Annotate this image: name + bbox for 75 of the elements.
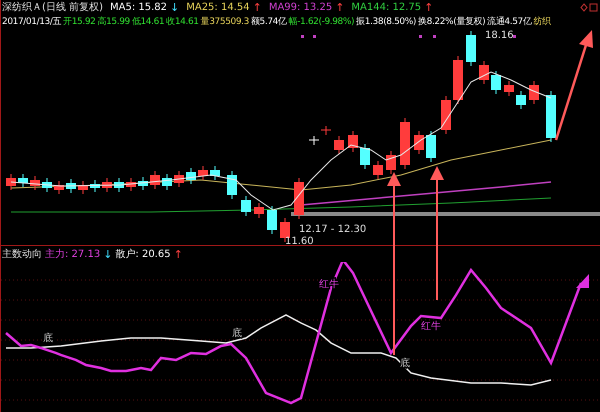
candlestick [426, 130, 436, 162]
quote-field: 纺织 [533, 14, 551, 28]
candlestick [90, 180, 100, 192]
cross-label: 底 [43, 333, 53, 344]
quote-field: 量375509.3 [200, 14, 249, 28]
candlestick [198, 166, 208, 180]
quote-field: 开15.92 [63, 14, 96, 28]
candlestick [334, 136, 344, 154]
quote-field: 2017/01/13/五 [2, 14, 62, 28]
indicator-value: 散户: 20.65 [115, 248, 171, 261]
moving-average-value: MA25: 14.54 [186, 2, 250, 12]
candlestick [174, 170, 184, 188]
candlestick [54, 180, 64, 194]
price-label: 12.17 - 12.30 [299, 224, 366, 235]
candlestick [102, 178, 112, 192]
cross-label: 底 [232, 328, 242, 339]
quote-field: 振1.38(8.50%) [356, 14, 416, 28]
trend-arrow: ↓ [103, 248, 112, 260]
quote-field: 高15.99 [97, 14, 130, 28]
candlestick [466, 30, 476, 66]
window-controls-icon[interactable] [580, 2, 598, 12]
moving-average-value: MA5: 15.82 [110, 2, 167, 12]
trend-arrow: ↑ [252, 0, 262, 14]
candlestick [241, 196, 251, 216]
candlestick [138, 176, 148, 190]
candlestick [114, 178, 124, 192]
candlestick [186, 168, 196, 184]
candlestick [42, 178, 52, 192]
candlestick [441, 96, 451, 134]
price-label: 11.60 [285, 236, 314, 245]
indicator-value: 主力: 27.13 [45, 248, 100, 261]
candlestick [126, 178, 136, 192]
candlestick [491, 70, 501, 94]
quote-field: 幅-1.62(-9.98%) [288, 14, 354, 28]
trend-arrow: ↓ [170, 0, 180, 14]
signal-label: 红牛 [421, 321, 441, 332]
candlestick [210, 166, 220, 180]
quote-field: 收14.61 [166, 14, 199, 28]
candlestick [529, 80, 539, 104]
candlestick [30, 176, 40, 190]
quote-field: 额5.74亿 [250, 14, 287, 28]
trend-arrow: ↑ [335, 0, 344, 14]
moving-average-value: MA99: 13.25 [268, 2, 332, 12]
trend-arrow: ↑ [174, 248, 183, 260]
candlestick [6, 174, 16, 190]
candlestick [386, 150, 396, 174]
candlestick [453, 56, 463, 104]
candlestick [320, 126, 332, 136]
candlestick [348, 130, 358, 152]
candlestick [479, 60, 489, 84]
indicator-name: 主数动向 [2, 248, 42, 261]
candlestick [150, 170, 160, 190]
candlestick [294, 178, 304, 220]
candlestick [227, 170, 237, 200]
candlestick [308, 136, 320, 146]
candlestick [66, 178, 76, 194]
candlestick [546, 90, 556, 142]
candlestick [414, 130, 424, 154]
candlestick [254, 202, 264, 218]
candlestick [360, 144, 370, 170]
quote-field: 流通4.57亿 [487, 14, 532, 28]
candlestick [373, 160, 383, 180]
candlestick [516, 90, 526, 110]
quote-field: 换8.22%(量复权) [418, 14, 486, 28]
chart-title: 深纺织Ａ(日线 前复权) [2, 0, 103, 14]
trend-arrow: ↑ [424, 0, 434, 14]
price-label: 18.16 [485, 30, 514, 41]
candlestick [400, 118, 410, 170]
candlestick [267, 206, 277, 234]
candlestick [78, 180, 88, 194]
candlestick [504, 80, 514, 96]
moving-average-value: MA144: 12.75 [351, 2, 422, 12]
quote-field: 低14.61 [132, 14, 164, 28]
candlestick [162, 174, 172, 190]
candlestick [18, 174, 28, 188]
